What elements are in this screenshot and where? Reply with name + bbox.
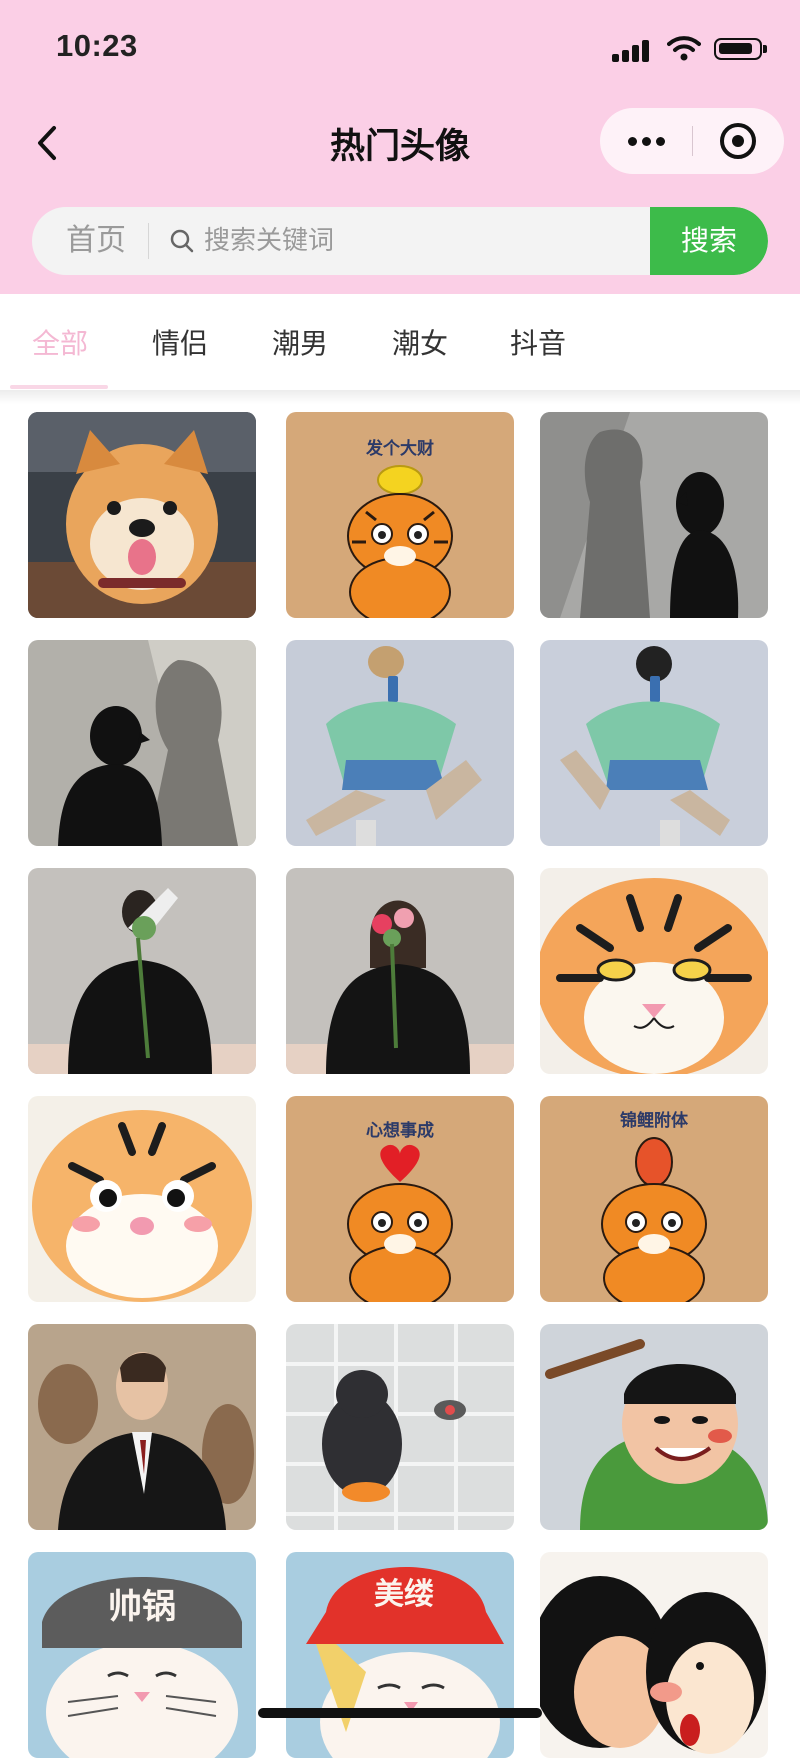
tab-douyin[interactable]: 抖音 — [510, 322, 566, 362]
avatar-card-shiba-dog[interactable] — [28, 412, 256, 618]
mini-program-capsule — [600, 108, 784, 174]
search-button[interactable]: 搜索 — [650, 207, 768, 275]
avatar-card-mirror-selfie-girl[interactable] — [540, 640, 768, 846]
search-bar: 首页 搜索 — [32, 207, 768, 275]
avatar-card-tiger-heart[interactable]: 心想事成 — [286, 1096, 514, 1302]
avatar-card-shadow-boy[interactable] — [28, 640, 256, 846]
signal-icon — [612, 40, 652, 62]
battery-icon — [714, 38, 767, 60]
avatar-card-tiger-face[interactable] — [540, 868, 768, 1074]
search-icon — [170, 229, 194, 253]
more-icon[interactable] — [600, 108, 692, 174]
avatar-caption-tiger-gold: 发个大财 — [365, 438, 434, 459]
avatar-card-tiger-gold[interactable]: 发个大财 — [286, 412, 514, 618]
category-tabs: 全部 情侣 潮男 潮女 抖音 — [0, 294, 800, 390]
avatar-caption-cat-bowl: 帅锅 — [108, 1587, 176, 1627]
avatar-card-shadow-girl[interactable] — [540, 412, 768, 618]
status-time: 10:23 — [56, 28, 138, 63]
search-input[interactable] — [204, 207, 604, 275]
close-target-icon[interactable] — [693, 108, 784, 174]
avatar-caption-cat-hat: 美缕 — [374, 1577, 434, 1612]
wifi-icon — [667, 36, 701, 61]
home-link[interactable]: 首页 — [66, 207, 126, 275]
avatar-card-cartoon-kiss[interactable] — [540, 1552, 768, 1758]
avatar-card-cat-bowl[interactable]: 帅锅 — [28, 1552, 256, 1758]
avatar-card-cartoon-green[interactable] — [540, 1324, 768, 1530]
tab-active-indicator — [10, 385, 108, 389]
avatar-caption-tiger-heart: 心想事成 — [366, 1120, 434, 1141]
tab-couple[interactable]: 情侣 — [152, 322, 208, 362]
tab-trendy-men[interactable]: 潮男 — [272, 322, 328, 362]
tab-trendy-women[interactable]: 潮女 — [392, 322, 448, 362]
avatar-caption-tiger-fish: 锦鲤附体 — [620, 1110, 689, 1131]
avatar-card-tiger-fish[interactable]: 锦鲤附体 — [540, 1096, 768, 1302]
avatar-card-mirror-selfie-boy[interactable] — [286, 640, 514, 846]
home-indicator — [258, 1708, 542, 1718]
app-header: 10:23 热门头像 首页 搜索关键词 搜索 — [0, 0, 800, 294]
avatar-card-flower-boy[interactable] — [28, 868, 256, 1074]
avatar-card-tiger-cute[interactable] — [28, 1096, 256, 1302]
avatar-card-penguin-toy[interactable] — [286, 1324, 514, 1530]
avatar-card-suit-man[interactable] — [28, 1324, 256, 1530]
tabs-shadow — [0, 390, 800, 404]
search-divider — [148, 223, 149, 259]
tab-all[interactable]: 全部 — [32, 322, 88, 362]
avatar-card-cat-hat[interactable]: 美缕 — [286, 1552, 514, 1758]
avatar-card-flower-girl[interactable] — [286, 868, 514, 1074]
